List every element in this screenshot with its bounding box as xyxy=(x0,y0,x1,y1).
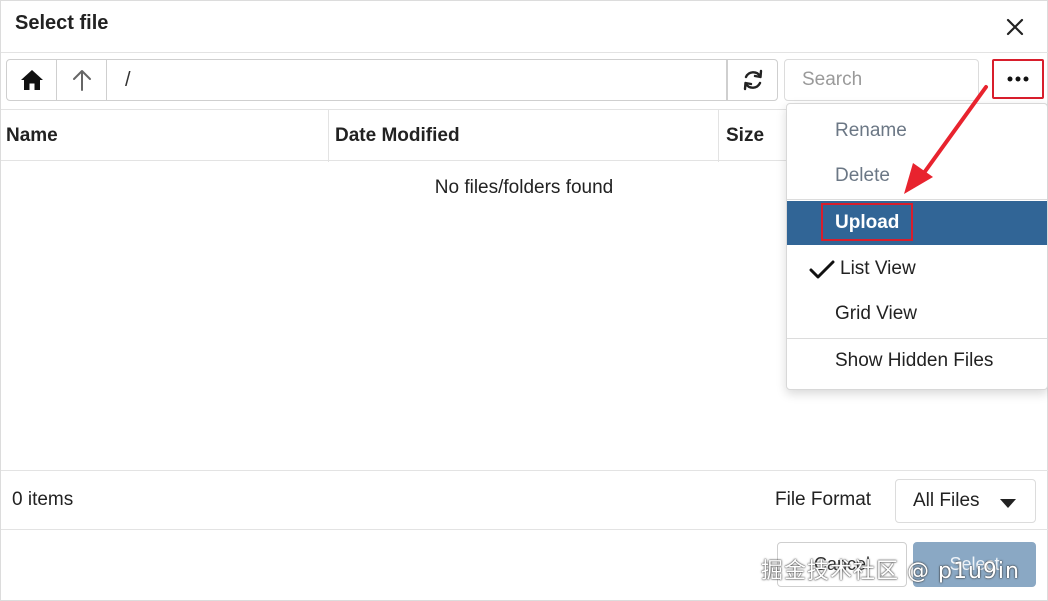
column-header-date-modified[interactable]: Date Modified xyxy=(328,110,718,162)
caret-down-icon xyxy=(1000,499,1016,508)
file-format-label: File Format xyxy=(775,489,872,510)
checkmark-icon xyxy=(809,260,835,279)
file-format-value: All Files xyxy=(913,490,980,511)
column-header-name[interactable]: Name xyxy=(6,110,328,162)
menu-item-delete[interactable]: Delete xyxy=(787,154,1047,198)
close-icon xyxy=(1006,18,1024,36)
home-icon xyxy=(20,70,43,90)
current-path[interactable]: / xyxy=(107,60,727,100)
more-options-button[interactable] xyxy=(992,59,1044,99)
home-button[interactable] xyxy=(7,60,57,100)
dialog-titlebar: Select file xyxy=(1,1,1048,53)
menu-item-upload[interactable]: Upload xyxy=(787,201,1047,245)
file-format-select[interactable]: All Files xyxy=(895,479,1036,523)
menu-item-rename[interactable]: Rename xyxy=(787,109,1047,153)
menu-item-show-hidden-files[interactable]: Show Hidden Files xyxy=(787,339,1047,383)
menu-item-list-view[interactable]: List View xyxy=(787,247,1047,291)
arrow-up-icon xyxy=(72,70,91,91)
refresh-icon xyxy=(743,69,762,91)
status-bar: 0 items File Format All Files xyxy=(1,470,1048,530)
path-bar: / xyxy=(6,59,778,101)
ellipsis-icon xyxy=(1007,76,1029,82)
menu-item-grid-view[interactable]: Grid View xyxy=(787,292,1047,336)
dialog-title: Select file xyxy=(15,12,109,34)
menu-divider xyxy=(787,199,1047,200)
more-options-menu: Rename Delete Upload List View Grid View… xyxy=(786,103,1048,390)
items-count: 0 items xyxy=(12,489,74,510)
menu-item-label: Upload xyxy=(835,212,900,233)
up-directory-button[interactable] xyxy=(57,60,107,100)
menu-item-label: List View xyxy=(840,258,916,279)
column-header-size[interactable]: Size xyxy=(718,110,788,162)
menu-item-label: Delete xyxy=(835,165,890,186)
menu-item-label: Grid View xyxy=(835,303,918,324)
refresh-button[interactable] xyxy=(727,60,777,100)
close-button[interactable] xyxy=(999,11,1031,43)
search-input[interactable] xyxy=(784,59,979,101)
menu-item-label: Show Hidden Files xyxy=(835,350,994,371)
menu-item-label: Rename xyxy=(835,120,907,141)
watermark: 掘金技术社区 @ p1u9in xyxy=(761,559,1020,584)
select-file-dialog: Select file / Search Name Date Modified … xyxy=(0,0,1048,601)
